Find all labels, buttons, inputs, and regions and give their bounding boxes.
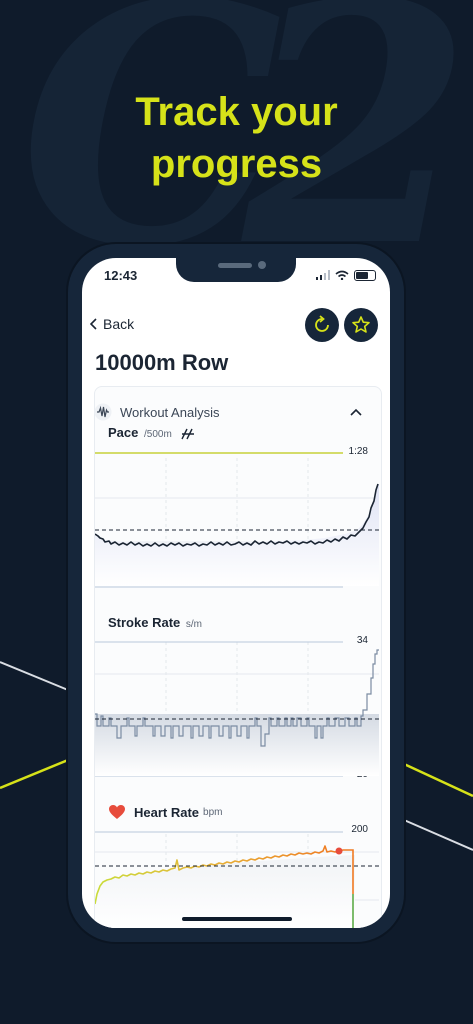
headline-line-1: Track your (135, 90, 338, 134)
heart-rate-label: Heart Rate (134, 804, 200, 820)
favorite-button[interactable] (344, 308, 378, 342)
pace-chart (95, 452, 379, 588)
analysis-label: Workout Analysis (120, 404, 220, 420)
pace-label: Pace (108, 425, 139, 440)
pace-unit: /500m (144, 429, 172, 440)
heart-rate-title: Heart Rate bpm (108, 804, 222, 820)
stroke-rate-label: Stroke Rate (108, 615, 181, 630)
back-button[interactable]: Back (90, 316, 134, 332)
pace-title: Pace /500m (108, 425, 195, 440)
phone-screen: 12:43 Back 10000m Row Workout Analysis P… (82, 258, 390, 928)
chevron-up-icon (350, 408, 362, 416)
phone-notch (176, 258, 296, 282)
waveform-icon (94, 403, 112, 421)
speaker (218, 263, 252, 268)
heart-icon (109, 805, 125, 819)
phone-frame: 12:43 Back 10000m Row Workout Analysis P… (68, 244, 404, 942)
wifi-icon (335, 270, 349, 280)
stroke-rate-title: Stroke Rate s/m (108, 615, 202, 630)
workout-title: 10000m Row (95, 350, 229, 375)
status-time: 12:43 (104, 268, 138, 283)
stroke-rate-unit: s/m (185, 619, 202, 630)
home-indicator[interactable] (182, 917, 292, 921)
signal-icon (316, 270, 330, 280)
slash-lines-icon[interactable] (181, 428, 195, 440)
chevron-left-icon (90, 318, 97, 330)
hero-headline: Track your progress (0, 86, 473, 190)
battery-icon (354, 269, 376, 281)
analysis-header[interactable]: Workout Analysis (94, 398, 366, 426)
status-icons (316, 268, 376, 282)
heart-rate-chart (95, 831, 379, 928)
refresh-button[interactable] (305, 308, 339, 342)
headline-line-2: progress (150, 142, 323, 186)
camera (258, 261, 266, 269)
refresh-icon (315, 315, 329, 332)
star-icon (352, 316, 370, 333)
heart-rate-unit: bpm (203, 806, 223, 818)
pace-area (95, 484, 379, 586)
stroke-rate-chart (95, 641, 379, 777)
hr-marker (335, 847, 343, 855)
stroke-shade (95, 714, 379, 776)
back-label: Back (103, 316, 135, 332)
